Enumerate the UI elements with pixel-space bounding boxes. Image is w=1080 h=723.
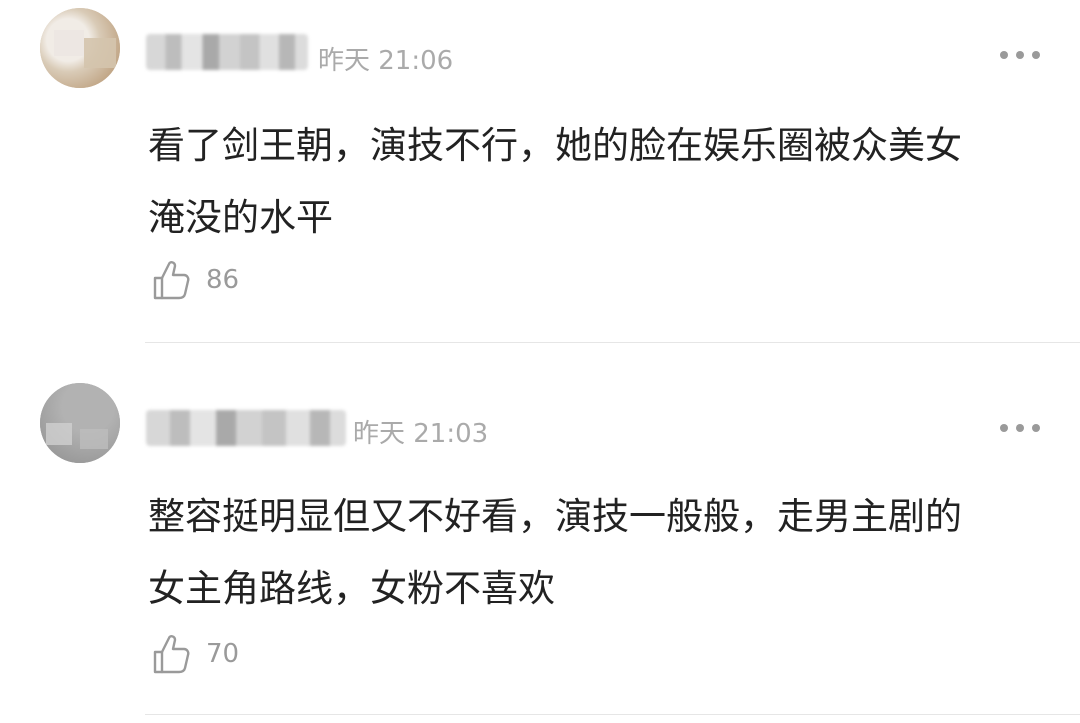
like-button[interactable]: 70	[152, 632, 239, 676]
comment-text-line: 看了剑王朝，演技不行，她的脸在娱乐圈被众美女	[148, 124, 962, 167]
like-count: 86	[206, 265, 240, 295]
comment-item: 昨天 21:03 整容挺明显但又不好看，演技一般般，走男主剧的 女主角路线，女粉…	[0, 343, 1080, 723]
comment-text-line: 整容挺明显但又不好看，演技一般般，走男主剧的	[148, 495, 962, 538]
more-dots-icon	[1032, 424, 1040, 432]
avatar-pixelation	[84, 38, 116, 68]
username-blurred[interactable]	[146, 34, 308, 70]
username-blurred[interactable]	[146, 410, 346, 446]
comment-text-line: 女主角路线，女粉不喜欢	[148, 567, 555, 610]
avatar-pixelation	[54, 30, 84, 56]
comment-timestamp: 昨天 21:03	[353, 419, 489, 449]
comment-item: 昨天 21:06 看了剑王朝，演技不行，她的脸在娱乐圈被众美女 淹没的水平 86	[0, 0, 1080, 343]
more-dots-icon	[1000, 51, 1008, 59]
avatar-pixelation	[80, 429, 108, 449]
like-count: 70	[206, 639, 240, 669]
more-dots-icon	[1032, 51, 1040, 59]
avatar[interactable]	[40, 8, 120, 88]
more-dots-icon	[1000, 424, 1008, 432]
thumbs-up-icon	[153, 635, 190, 674]
comment-text: 看了剑王朝，演技不行，她的脸在娱乐圈被众美女 淹没的水平	[148, 110, 1028, 254]
comment-text-line: 淹没的水平	[148, 196, 333, 239]
thumbs-up-icon	[153, 261, 190, 300]
comment-text: 整容挺明显但又不好看，演技一般般，走男主剧的 女主角路线，女粉不喜欢	[148, 481, 1028, 625]
divider	[145, 714, 1080, 715]
more-options-button[interactable]	[1000, 422, 1040, 434]
more-dots-icon	[1016, 424, 1024, 432]
like-button[interactable]: 86	[152, 258, 239, 302]
comment-timestamp: 昨天 21:06	[318, 46, 454, 76]
avatar[interactable]	[40, 383, 120, 463]
more-dots-icon	[1016, 51, 1024, 59]
more-options-button[interactable]	[1000, 49, 1040, 61]
avatar-pixelation	[46, 423, 72, 445]
